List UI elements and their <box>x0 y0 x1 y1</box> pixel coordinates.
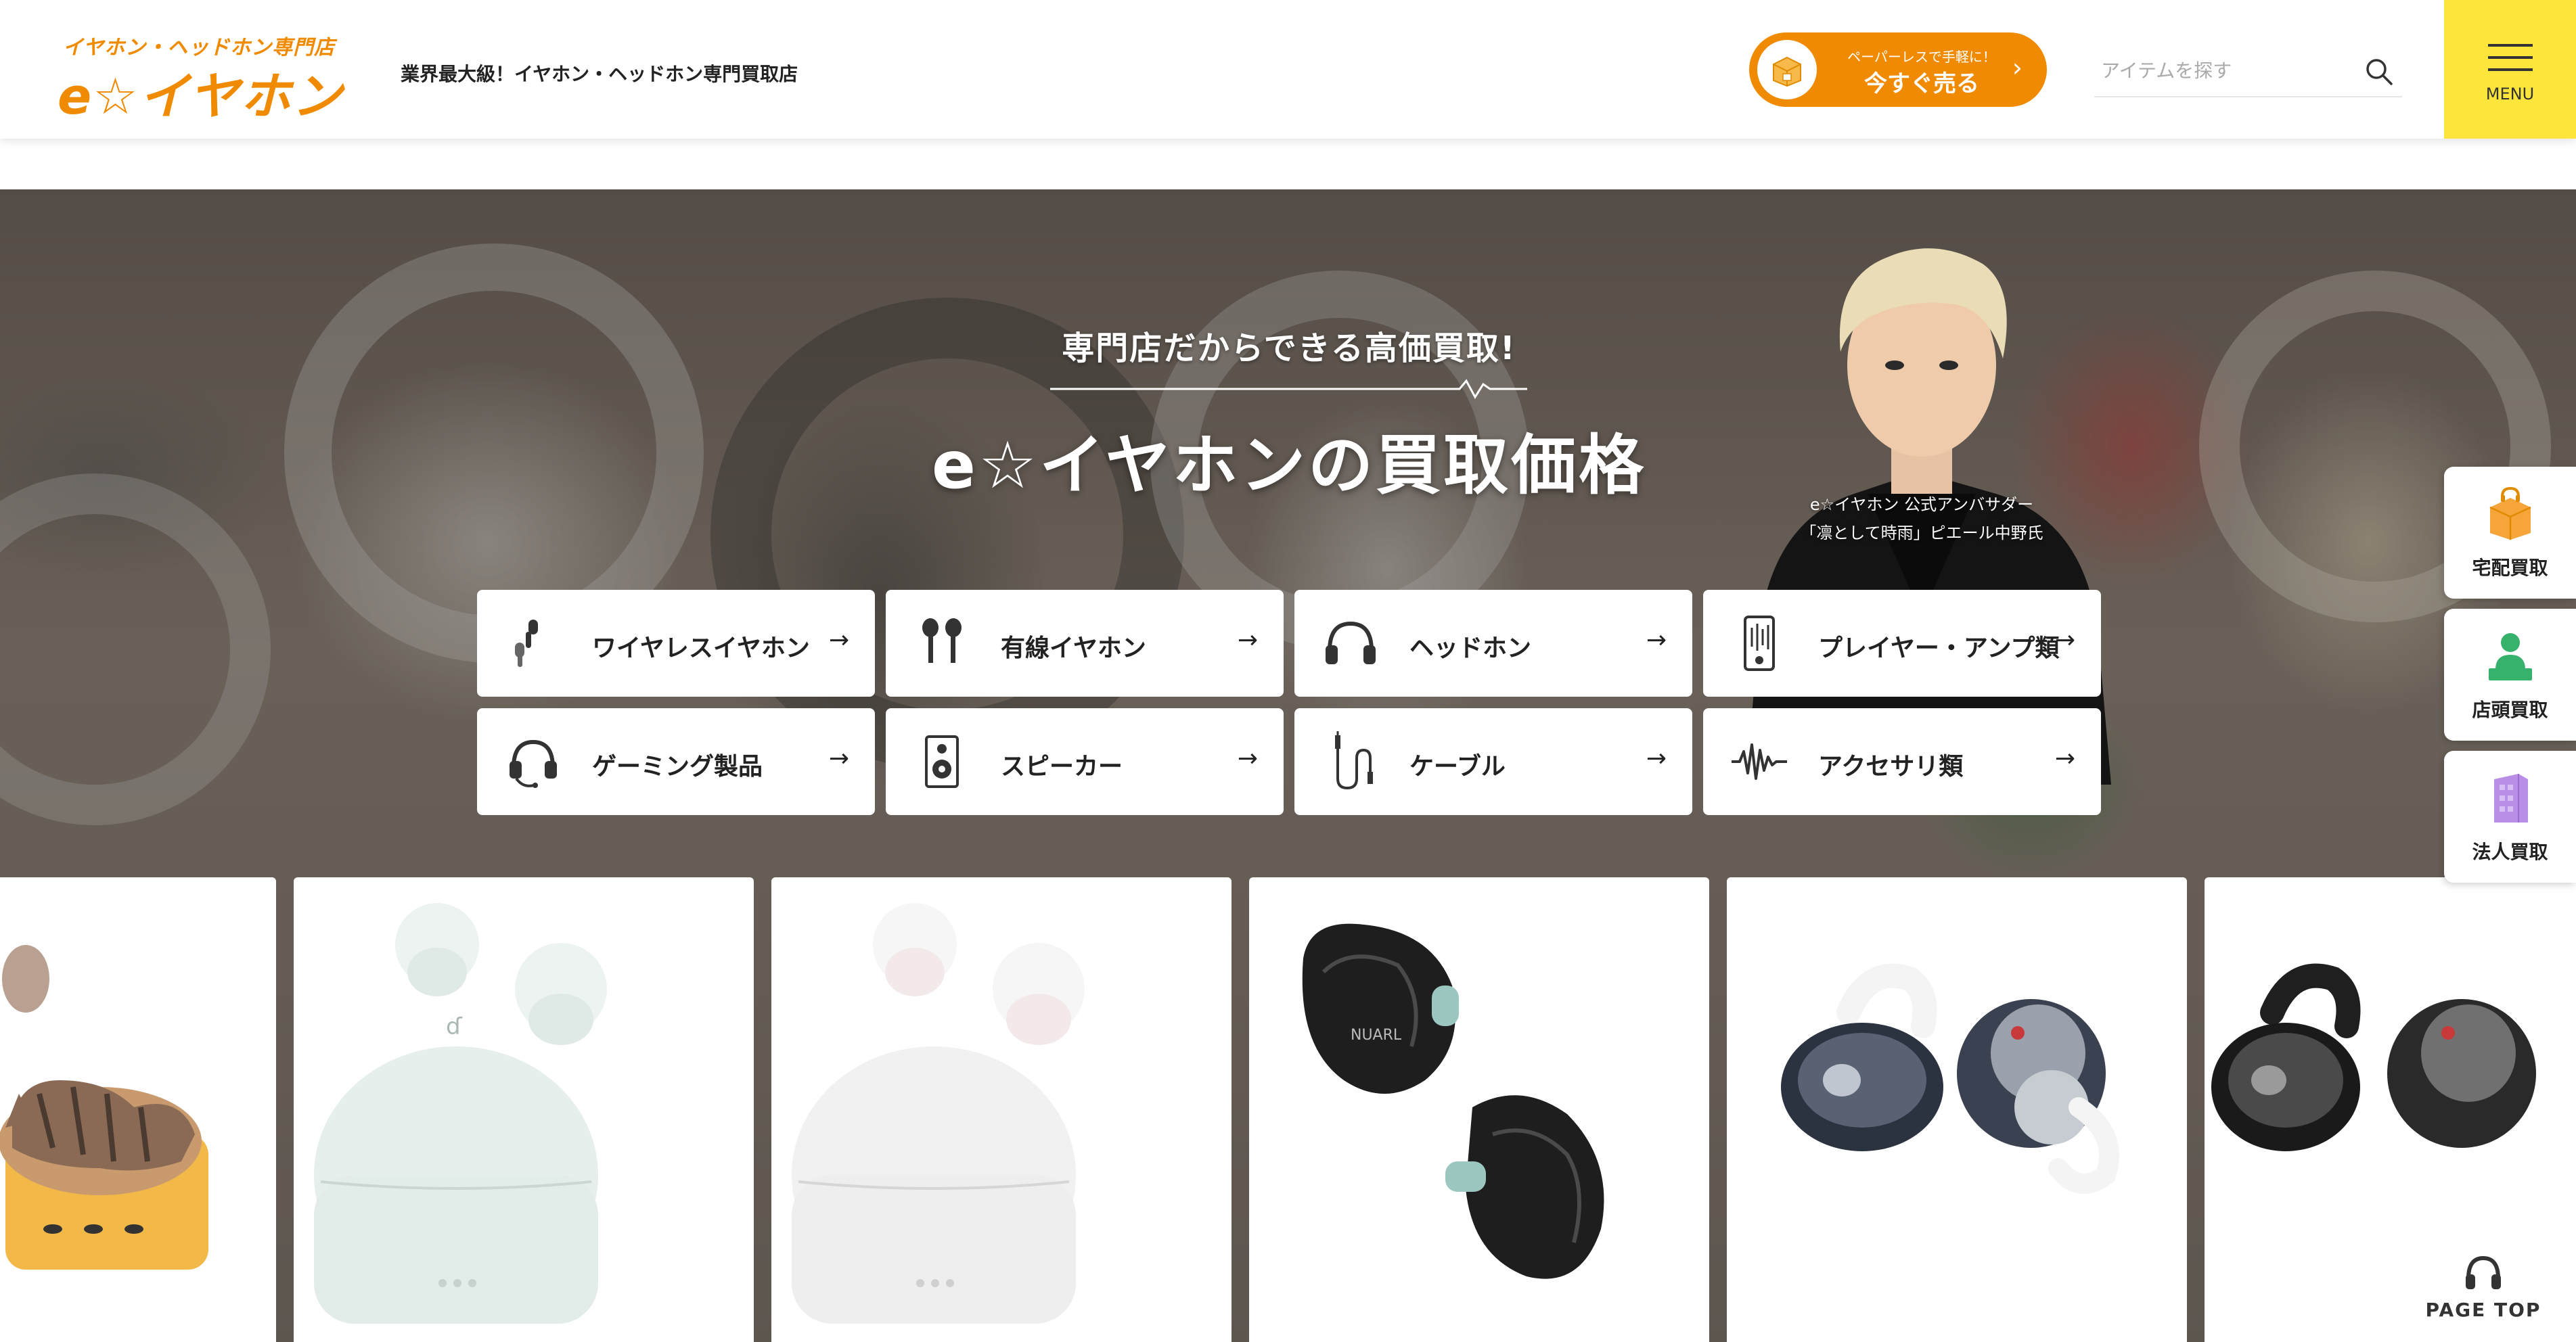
speaker-icon <box>925 735 959 788</box>
arrow-right-icon: → <box>1646 745 1667 772</box>
category-headphones[interactable]: ヘッドホン → <box>1294 590 1692 697</box>
category-accessories[interactable]: アクセサリ類 → <box>1703 708 2101 815</box>
product-card[interactable] <box>1727 877 2187 1342</box>
building-icon <box>2494 774 2528 823</box>
side-nav-delivery[interactable]: 宅配買取 <box>2444 467 2576 599</box>
category-label: ケーブル <box>1409 753 1506 781</box>
store-clerk-icon <box>2489 633 2532 680</box>
chevron-right-icon: › <box>2012 53 2023 83</box>
box-icon <box>1757 40 1817 99</box>
category-label: アクセサリ類 <box>1818 753 1964 781</box>
delivery-box-icon <box>2489 487 2531 540</box>
product-card[interactable] <box>771 877 1231 1342</box>
wireless-earbuds-icon <box>515 620 538 667</box>
product-carousel: ɗ NUARL <box>0 877 2576 1342</box>
category-players-amps[interactable]: プレイヤー・アンプ類 → <box>1703 590 2101 697</box>
ambassador-caption-line: 「凛として時雨」ピエール中野氏 <box>1800 524 2043 542</box>
category-label: 有線イヤホン <box>1001 634 1146 662</box>
site-logo[interactable]: イヤホン・ヘッドホン専門店 e☆イヤホン <box>58 30 369 126</box>
side-nav-label: 店頭買取 <box>2472 699 2548 721</box>
headphones-icon <box>2466 1255 2501 1289</box>
product-image <box>1781 963 2119 1194</box>
category-cables[interactable]: ケーブル → <box>1294 708 1692 815</box>
category-label: プレイヤー・アンプ類 <box>1818 634 2060 662</box>
product-card[interactable]: NUARL <box>1249 877 1709 1342</box>
arrow-right-icon: → <box>828 745 849 772</box>
hero-subtitle: 専門店だからできる高価買取! <box>1062 329 1516 367</box>
hero-section: e☆イヤホン 公式アンバサダー 「凛として時雨」ピエール中野氏 専門店だからでき… <box>0 189 2576 1342</box>
sell-now-button[interactable]: ペーパーレスで手軽に！ 今すぐ売る › <box>1749 32 2047 107</box>
gaming-headset-icon <box>510 739 557 788</box>
side-nav-store[interactable]: 店頭買取 <box>2444 609 2576 741</box>
category-label: スピーカー <box>1001 753 1123 781</box>
player-icon <box>1744 616 1775 671</box>
product-image <box>792 903 1085 1324</box>
product-image: ɗ <box>314 903 607 1324</box>
category-label: ヘッドホン <box>1409 634 1532 662</box>
ambassador-caption-line: e☆イヤホン 公式アンバサダー <box>1809 495 2034 514</box>
waveform-icon <box>1732 743 1787 780</box>
category-gaming[interactable]: ゲーミング製品 → <box>477 708 875 815</box>
hamburger-icon <box>2488 44 2533 80</box>
page-top-button[interactable]: PAGE TOP <box>2416 1251 2551 1333</box>
site-header: イヤホン・ヘッドホン専門店 e☆イヤホン 業界最大級！イヤホン・ヘッドホン専門買… <box>0 0 2576 139</box>
page-top-label: PAGE TOP <box>2425 1299 2541 1321</box>
arrow-right-icon: → <box>1237 626 1258 654</box>
arrow-right-icon: → <box>1237 745 1258 772</box>
sell-button-caption: ペーパーレスで手軽に！ <box>1847 49 1996 65</box>
cable-icon <box>1335 731 1373 790</box>
arrow-right-icon: → <box>2054 626 2075 654</box>
svg-text:NUARL: NUARL <box>1351 1027 1402 1044</box>
category-label: ゲーミング製品 <box>592 753 763 781</box>
wired-earphones-icon <box>922 618 962 663</box>
headphones-icon <box>1326 621 1376 664</box>
arrow-right-icon: → <box>828 626 849 654</box>
side-nav-corporate[interactable]: 法人買取 <box>2444 751 2576 883</box>
search-icon[interactable] <box>2363 55 2395 88</box>
category-label: ワイヤレスイヤホン <box>592 634 810 662</box>
search-box <box>2094 46 2402 97</box>
arrow-right-icon: → <box>1646 626 1667 654</box>
svg-text:ɗ: ɗ <box>446 1013 463 1040</box>
hero-title: e☆イヤホンの買取価格 <box>931 427 1647 503</box>
product-image <box>0 945 208 1270</box>
header-tagline: 業界最大級！イヤホン・ヘッドホン専門買取店 <box>401 63 798 85</box>
menu-button[interactable]: MENU <box>2444 0 2576 139</box>
sell-button-label: 今すぐ売る <box>1864 70 1979 97</box>
logo-title: e☆イヤホン <box>58 68 344 126</box>
ambassador-caption: e☆イヤホン 公式アンバサダー 「凛として時雨」ピエール中野氏 <box>1739 490 2104 547</box>
product-card[interactable] <box>0 877 276 1342</box>
category-wireless-earphones[interactable]: ワイヤレスイヤホン → <box>477 590 875 697</box>
side-nav-label: 法人買取 <box>2472 841 2548 863</box>
side-nav-label: 宅配買取 <box>2472 557 2548 579</box>
product-image: NUARL <box>1302 923 1604 1279</box>
pulse-line-divider <box>1050 379 1527 399</box>
arrow-right-icon: → <box>2054 745 2075 772</box>
category-speakers[interactable]: スピーカー → <box>886 708 1284 815</box>
category-wired-earphones[interactable]: 有線イヤホン → <box>886 590 1284 697</box>
category-grid: ワイヤレスイヤホン → 有線イヤホン → ヘッドホン → プレイヤー・アンプ類 … <box>477 590 2101 816</box>
menu-label: MENU <box>2485 85 2535 103</box>
search-input[interactable] <box>2101 55 2351 85</box>
product-card[interactable]: ɗ <box>294 877 754 1342</box>
